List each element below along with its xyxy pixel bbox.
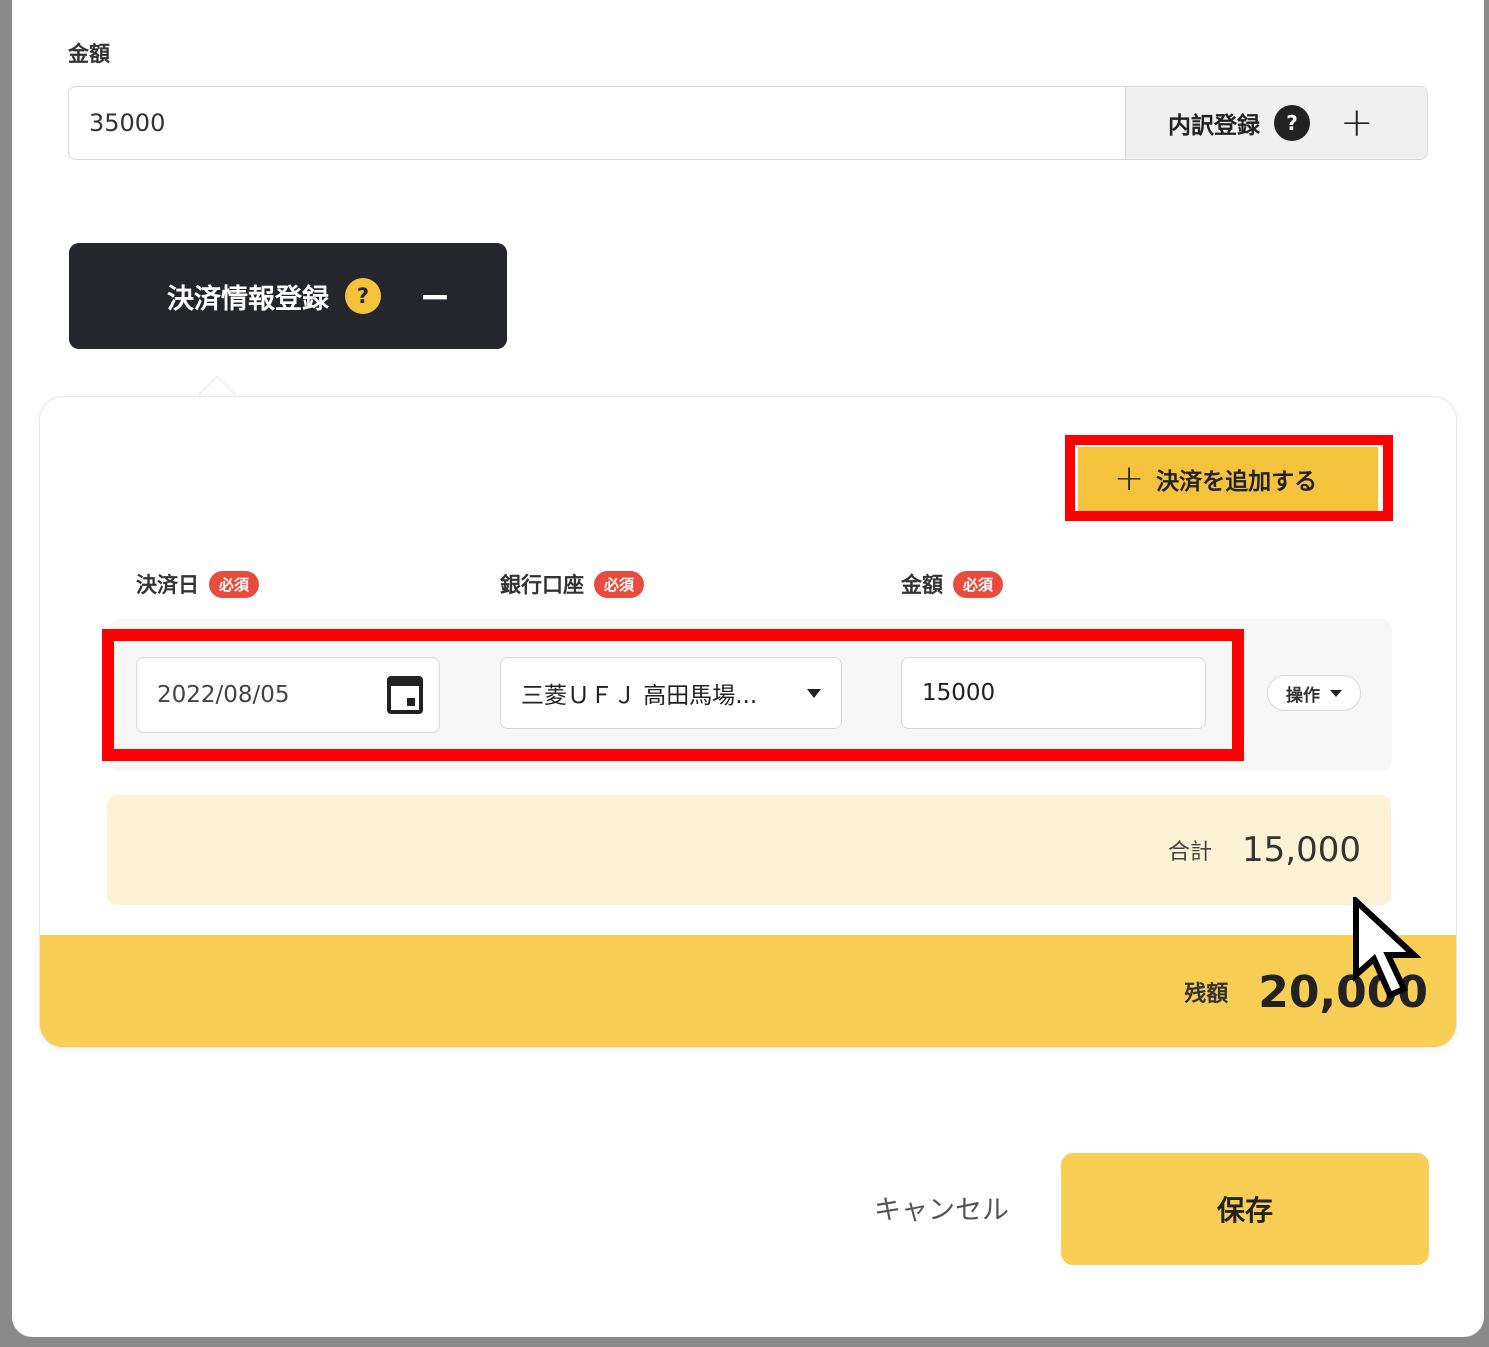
operation-label: 操作 bbox=[1286, 685, 1320, 706]
save-button[interactable]: 保存 bbox=[1061, 1153, 1429, 1265]
highlight-box bbox=[1065, 435, 1393, 521]
payment-modal: 金額 35000 内訳登録 ? + 決済情報登録 ? − + 決済を追加する 決… bbox=[12, 0, 1484, 1337]
breakdown-label: 内訳登録 bbox=[1168, 113, 1260, 139]
help-icon[interactable]: ? bbox=[1274, 105, 1310, 141]
payment-info-toggle[interactable]: 決済情報登録 ? − bbox=[69, 243, 507, 349]
column-label: 銀行口座 bbox=[500, 573, 584, 597]
column-header-date: 決済日 必須 bbox=[136, 569, 260, 599]
column-label: 決済日 bbox=[136, 573, 199, 597]
remaining-label: 残額 bbox=[1184, 982, 1229, 1007]
payment-info-label: 決済情報登録 bbox=[167, 283, 329, 315]
minus-icon: − bbox=[419, 274, 451, 318]
amount-value[interactable]: 35000 bbox=[89, 87, 165, 159]
amount-field[interactable]: 35000 内訳登録 ? + bbox=[68, 86, 1428, 160]
required-badge: 必須 bbox=[209, 570, 260, 598]
column-header-bank: 銀行口座 必須 bbox=[500, 569, 645, 599]
amount-label: 金額 bbox=[68, 42, 110, 66]
chevron-down-icon bbox=[1330, 689, 1342, 697]
help-icon[interactable]: ? bbox=[345, 278, 381, 314]
column-label: 金額 bbox=[901, 573, 943, 597]
plus-icon: + bbox=[1340, 100, 1374, 146]
required-badge: 必須 bbox=[953, 570, 1004, 598]
remaining-summary: 残額 20,000 bbox=[40, 935, 1456, 1047]
total-value: 15,000 bbox=[1242, 830, 1361, 870]
operation-dropdown[interactable]: 操作 bbox=[1267, 675, 1361, 711]
total-label: 合計 bbox=[1168, 840, 1213, 865]
total-summary: 合計 15,000 bbox=[107, 795, 1391, 905]
breakdown-register-button[interactable]: 内訳登録 ? + bbox=[1125, 87, 1427, 159]
column-header-amount: 金額 必須 bbox=[901, 569, 1004, 599]
cancel-button[interactable]: キャンセル bbox=[874, 1188, 1009, 1227]
required-badge: 必須 bbox=[594, 570, 645, 598]
highlight-box bbox=[102, 629, 1244, 761]
payment-panel: + 決済を追加する 決済日 必須 銀行口座 必須 金額 必須 2022/08/0… bbox=[39, 396, 1457, 1048]
mouse-pointer-icon bbox=[1353, 897, 1422, 999]
